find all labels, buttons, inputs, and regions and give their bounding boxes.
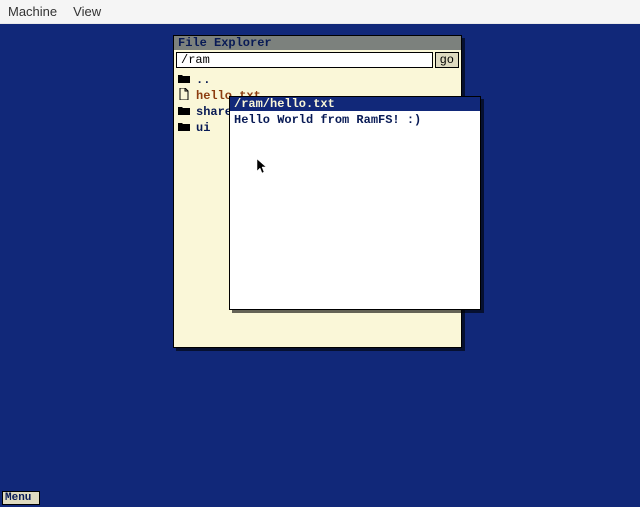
text-viewer-content: Hello World from RamFS! :) <box>234 113 421 127</box>
host-menubar: Machine View <box>0 0 640 24</box>
text-viewer-window: /ram/hello.txt Hello World from RamFS! :… <box>229 96 481 310</box>
file-name: share <box>196 105 232 119</box>
go-button[interactable]: go <box>435 52 459 68</box>
file-name: .. <box>196 73 210 87</box>
text-viewer-title: /ram/hello.txt <box>234 98 335 110</box>
desktop: File Explorer go .. hello.txt <box>0 24 640 507</box>
text-viewer-titlebar[interactable]: /ram/hello.txt <box>230 97 480 111</box>
host-menu-machine[interactable]: Machine <box>8 4 57 19</box>
file-explorer-title: File Explorer <box>178 37 272 49</box>
file-name: ui <box>196 121 210 135</box>
path-input[interactable] <box>176 52 433 68</box>
host-menu-view[interactable]: View <box>73 4 101 19</box>
list-item[interactable]: .. <box>178 72 457 88</box>
file-icon <box>178 88 190 104</box>
folder-icon <box>178 105 190 119</box>
folder-icon <box>178 121 190 135</box>
menu-button[interactable]: Menu <box>2 491 40 505</box>
folder-icon <box>178 73 190 87</box>
text-viewer-body: Hello World from RamFS! :) <box>230 111 480 309</box>
taskbar: Menu <box>2 491 40 505</box>
file-explorer-titlebar[interactable]: File Explorer <box>174 36 461 50</box>
path-row: go <box>174 50 461 70</box>
